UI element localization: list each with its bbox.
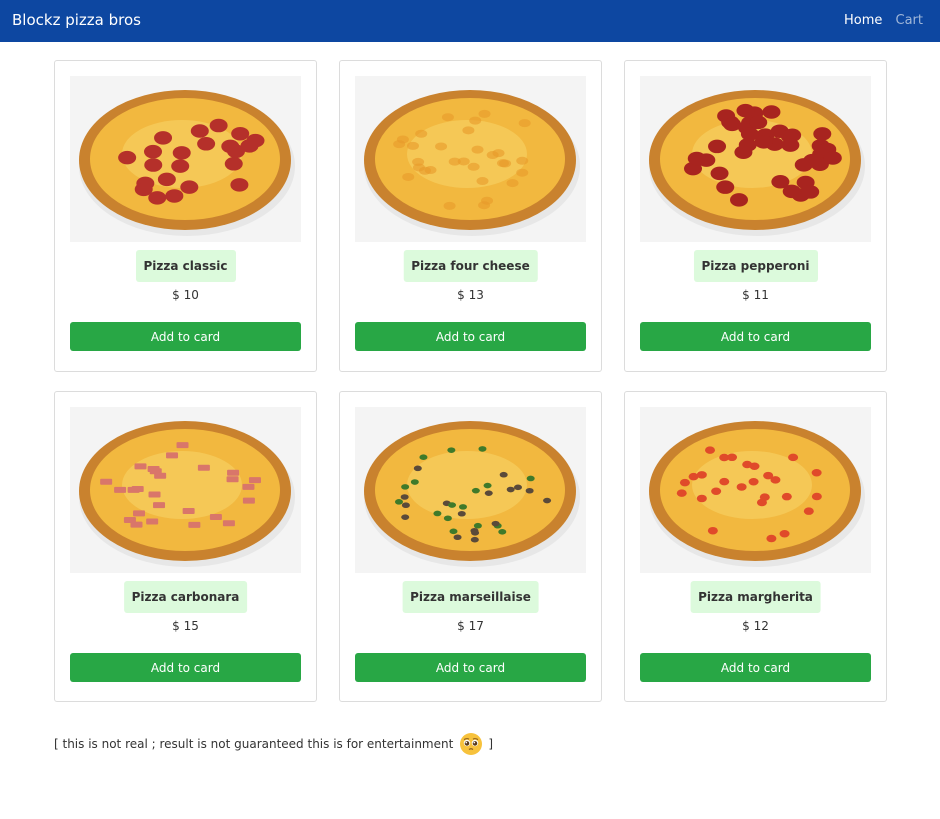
product-card: Pizza pepperoni $ 11 Add to card (624, 60, 887, 372)
pizza-image (70, 407, 301, 573)
add-to-card-button[interactable]: Add to card (70, 322, 301, 351)
brand-title[interactable]: Blockz pizza bros (12, 11, 141, 29)
pizza-image (355, 76, 586, 242)
pizza-image (355, 407, 586, 573)
product-price: $ 10 (172, 288, 199, 302)
product-card: Pizza marseillaise $ 17 Add to card (339, 391, 602, 702)
nav-link-home[interactable]: Home (844, 13, 882, 28)
product-name: Pizza four cheese (403, 250, 538, 282)
product-card: Pizza classic $ 10 Add to card (54, 60, 317, 372)
product-price: $ 15 (172, 619, 199, 633)
disclaimer-close: ] (488, 737, 493, 751)
product-grid: Pizza classic $ 10 Add to card Pizza fou… (54, 60, 887, 702)
product-name: Pizza marseillaise (402, 581, 539, 613)
pizza-image (640, 407, 871, 573)
add-to-card-button[interactable]: Add to card (355, 653, 586, 682)
add-to-card-button[interactable]: Add to card (640, 653, 871, 682)
product-price: $ 11 (742, 288, 769, 302)
product-card: Pizza carbonara $ 15 Add to card (54, 391, 317, 702)
product-card: Pizza four cheese $ 13 Add to card (339, 60, 602, 372)
nav-link-cart[interactable]: Cart (896, 13, 924, 28)
navbar: Blockz pizza bros Home Cart (0, 0, 940, 42)
add-to-card-button[interactable]: Add to card (355, 322, 586, 351)
product-name: Pizza carbonara (123, 581, 248, 613)
product-name: Pizza pepperoni (693, 250, 818, 282)
product-price: $ 12 (742, 619, 769, 633)
product-price: $ 13 (457, 288, 484, 302)
product-name: Pizza margherita (690, 581, 821, 613)
disclaimer: [ this is not real ; result is not guara… (54, 732, 493, 756)
pleading-face-icon (459, 732, 483, 756)
pizza-image (640, 76, 871, 242)
add-to-card-button[interactable]: Add to card (640, 322, 871, 351)
add-to-card-button[interactable]: Add to card (70, 653, 301, 682)
disclaimer-text: [ this is not real ; result is not guara… (54, 737, 454, 751)
product-price: $ 17 (457, 619, 484, 633)
nav-links: Home Cart (835, 13, 923, 28)
pizza-image (70, 76, 301, 242)
product-card: Pizza margherita $ 12 Add to card (624, 391, 887, 702)
product-name: Pizza classic (135, 250, 236, 282)
